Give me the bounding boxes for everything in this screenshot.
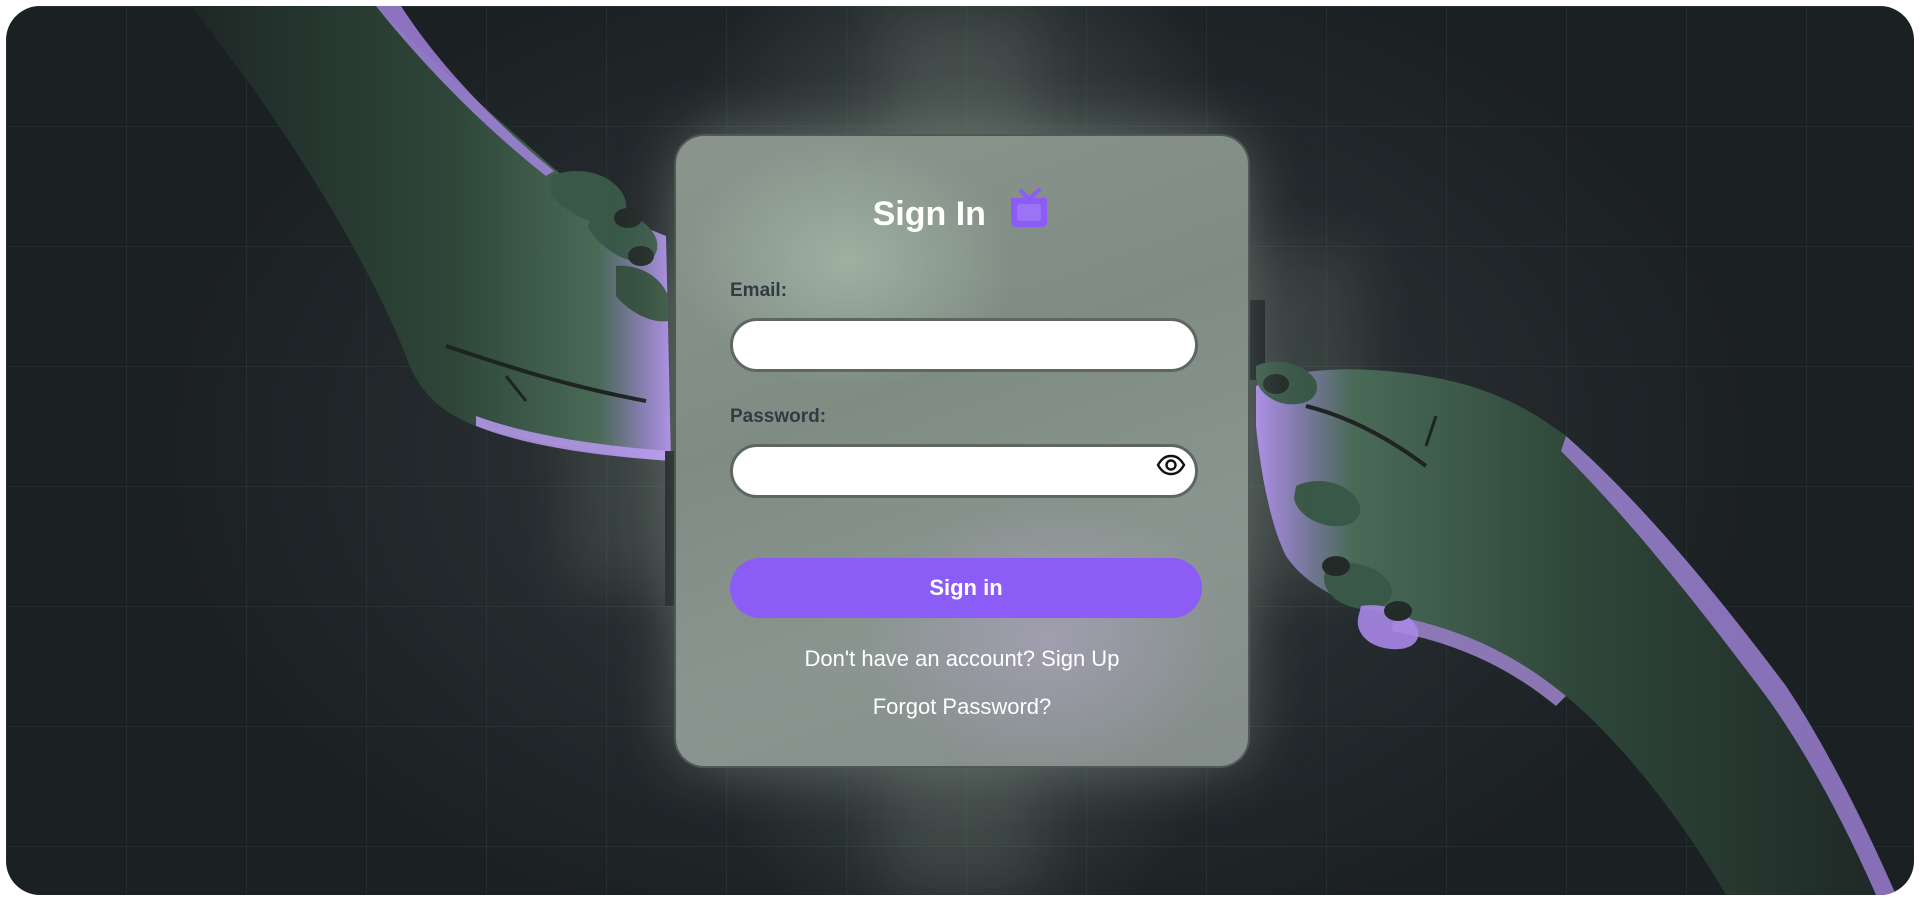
password-input[interactable] (730, 444, 1198, 498)
email-input[interactable] (730, 318, 1198, 372)
right-hand (1256, 361, 1896, 895)
signup-prompt: Don't have an account? (804, 646, 1036, 671)
page-title: Sign In (872, 195, 986, 233)
forgot-password-link[interactable]: Forgot Password? (873, 694, 1052, 719)
signup-link[interactable]: Sign Up (1041, 646, 1119, 671)
password-label: Password: (730, 406, 827, 427)
forgot-password-row: Forgot Password? (676, 694, 1248, 720)
signin-title-row: Sign In (676, 187, 1248, 236)
email-label: Email: (730, 280, 788, 301)
eye-icon[interactable] (1154, 448, 1188, 482)
tv-logo-icon (1007, 187, 1051, 239)
left-hand (191, 6, 671, 461)
page-background: Sign In Email: Password: Sign in Don't h… (6, 6, 1914, 895)
signin-button[interactable]: Sign in (730, 558, 1202, 618)
signin-card: Sign In Email: Password: Sign in Don't h… (674, 134, 1250, 768)
signup-prompt-row: Don't have an account? Sign Up (676, 646, 1248, 672)
